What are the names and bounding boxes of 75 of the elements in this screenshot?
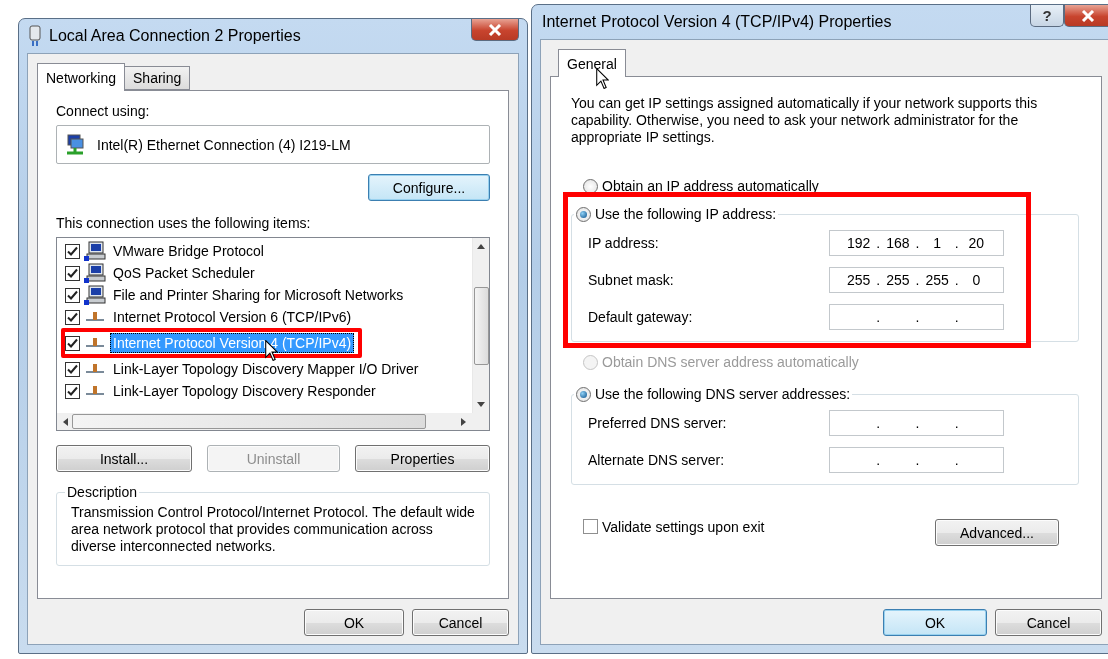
help-button[interactable]: ? bbox=[1030, 5, 1064, 27]
radio-option[interactable]: Use the following DNS server addresses: bbox=[576, 386, 851, 402]
checkbox[interactable] bbox=[65, 335, 80, 351]
radio-option[interactable]: Obtain an IP address automatically bbox=[583, 178, 1061, 194]
action-button[interactable]: Install... bbox=[56, 445, 192, 472]
field-label: Preferred DNS server: bbox=[588, 414, 727, 431]
ip-address-field[interactable]: 255 . 255 . 255 . 0 bbox=[829, 266, 1004, 293]
checkbox[interactable] bbox=[65, 243, 80, 259]
field-label: Subnet mask: bbox=[588, 271, 674, 288]
network-icon bbox=[84, 384, 106, 398]
checkbox[interactable] bbox=[65, 287, 80, 303]
dialog-button[interactable]: Cancel bbox=[412, 609, 509, 636]
field-label: Alternate DNS server: bbox=[588, 451, 725, 468]
item-label: VMware Bridge Protocol bbox=[112, 242, 265, 261]
network-icon bbox=[84, 362, 106, 376]
cursor-icon bbox=[265, 340, 278, 361]
list-item[interactable]: File and Printer Sharing for Microsoft Networks bbox=[65, 284, 411, 306]
item-label: Internet Protocol Version 6 (TCP/IPv6) bbox=[112, 308, 353, 327]
radio-option[interactable]: Use the following IP address: bbox=[576, 206, 777, 222]
list-item[interactable]: Link-Layer Topology Discovery Mapper I/O Driver bbox=[65, 358, 426, 380]
dialog-button[interactable]: OK bbox=[304, 609, 404, 636]
dialog-button[interactable]: OK bbox=[883, 609, 987, 636]
group-title: Description bbox=[66, 484, 139, 500]
vertical-scrollbar[interactable] bbox=[472, 238, 489, 413]
scroll-right-icon[interactable] bbox=[461, 417, 466, 426]
close-icon bbox=[488, 23, 502, 36]
configure-button[interactable]: Configure... bbox=[368, 174, 490, 201]
intro-text: You can get IP settings assigned automatically if your network supports this capability. Otherwise, you need to ask your network administrator for the appropriate IP settings. bbox=[571, 95, 1039, 146]
checkbox[interactable] bbox=[65, 361, 80, 377]
item-label: QoS Packet Scheduler bbox=[112, 264, 256, 283]
computer-icon bbox=[84, 285, 106, 305]
action-button[interactable]: Properties bbox=[355, 445, 490, 472]
scroll-down-icon[interactable] bbox=[477, 402, 485, 407]
close-button[interactable] bbox=[1064, 5, 1108, 27]
checkbox[interactable] bbox=[65, 383, 80, 399]
section-label: Connect using: bbox=[56, 103, 151, 119]
list-item[interactable]: QoS Packet Scheduler bbox=[65, 262, 262, 284]
ip-address-field[interactable]: . . . bbox=[829, 303, 1004, 330]
network-icon bbox=[84, 310, 106, 324]
field-label: Default gateway: bbox=[588, 308, 693, 325]
computer-icon bbox=[84, 241, 106, 261]
scroll-thumb[interactable] bbox=[473, 286, 489, 365]
scroll-thumb[interactable] bbox=[72, 414, 426, 429]
section-label: This connection uses the following items: bbox=[56, 215, 312, 231]
checkbox[interactable] bbox=[65, 309, 80, 325]
item-label: File and Printer Sharing for Microsoft Networks bbox=[112, 286, 405, 305]
advanced-button[interactable]: Advanced... bbox=[935, 519, 1059, 546]
computer-icon bbox=[84, 263, 106, 283]
horizontal-scrollbar[interactable] bbox=[57, 413, 472, 430]
window-title: Internet Protocol Version 4 (TCP/IPv4) Properties bbox=[542, 13, 893, 31]
adapter-name: Intel(R) Ethernet Connection (4) I219-LM bbox=[97, 136, 351, 153]
close-icon bbox=[1081, 9, 1095, 22]
dialog-button[interactable]: Cancel bbox=[995, 609, 1102, 636]
tab[interactable]: General bbox=[558, 49, 626, 77]
item-label: Link-Layer Topology Discovery Responder bbox=[112, 382, 377, 401]
network-adapter-icon bbox=[29, 25, 41, 47]
network-adapter-icon bbox=[65, 133, 85, 156]
close-button[interactable] bbox=[471, 19, 519, 41]
list-item[interactable]: Link-Layer Topology Discovery Responder bbox=[65, 380, 383, 402]
ip-address-field[interactable]: . . . bbox=[829, 409, 1004, 436]
item-label: Link-Layer Topology Discovery Mapper I/O Driver bbox=[112, 360, 420, 379]
tab[interactable]: Networking bbox=[37, 63, 126, 91]
tab[interactable]: Sharing bbox=[124, 66, 191, 90]
field-label: IP address: bbox=[588, 234, 659, 251]
ip-address-field[interactable]: . . . bbox=[829, 446, 1004, 473]
window-title: Local Area Connection 2 Properties bbox=[49, 27, 302, 45]
list-item[interactable]: VMware Bridge Protocol bbox=[65, 240, 271, 262]
checkbox[interactable] bbox=[65, 265, 80, 281]
checkbox-option[interactable]: Validate settings upon exit bbox=[583, 518, 765, 535]
description-text: Transmission Control Protocol/Internet Protocol. The default wide area network protocol that provides communication across diverse interconnected networks. bbox=[71, 504, 475, 555]
network-icon bbox=[84, 336, 106, 350]
scroll-left-icon[interactable] bbox=[63, 417, 68, 426]
ip-address-field[interactable]: 192 . 168 . 1 . 20 bbox=[829, 229, 1004, 256]
scroll-up-icon[interactable] bbox=[477, 244, 485, 249]
list-item[interactable]: Internet Protocol Version 6 (TCP/IPv6) bbox=[65, 306, 359, 328]
